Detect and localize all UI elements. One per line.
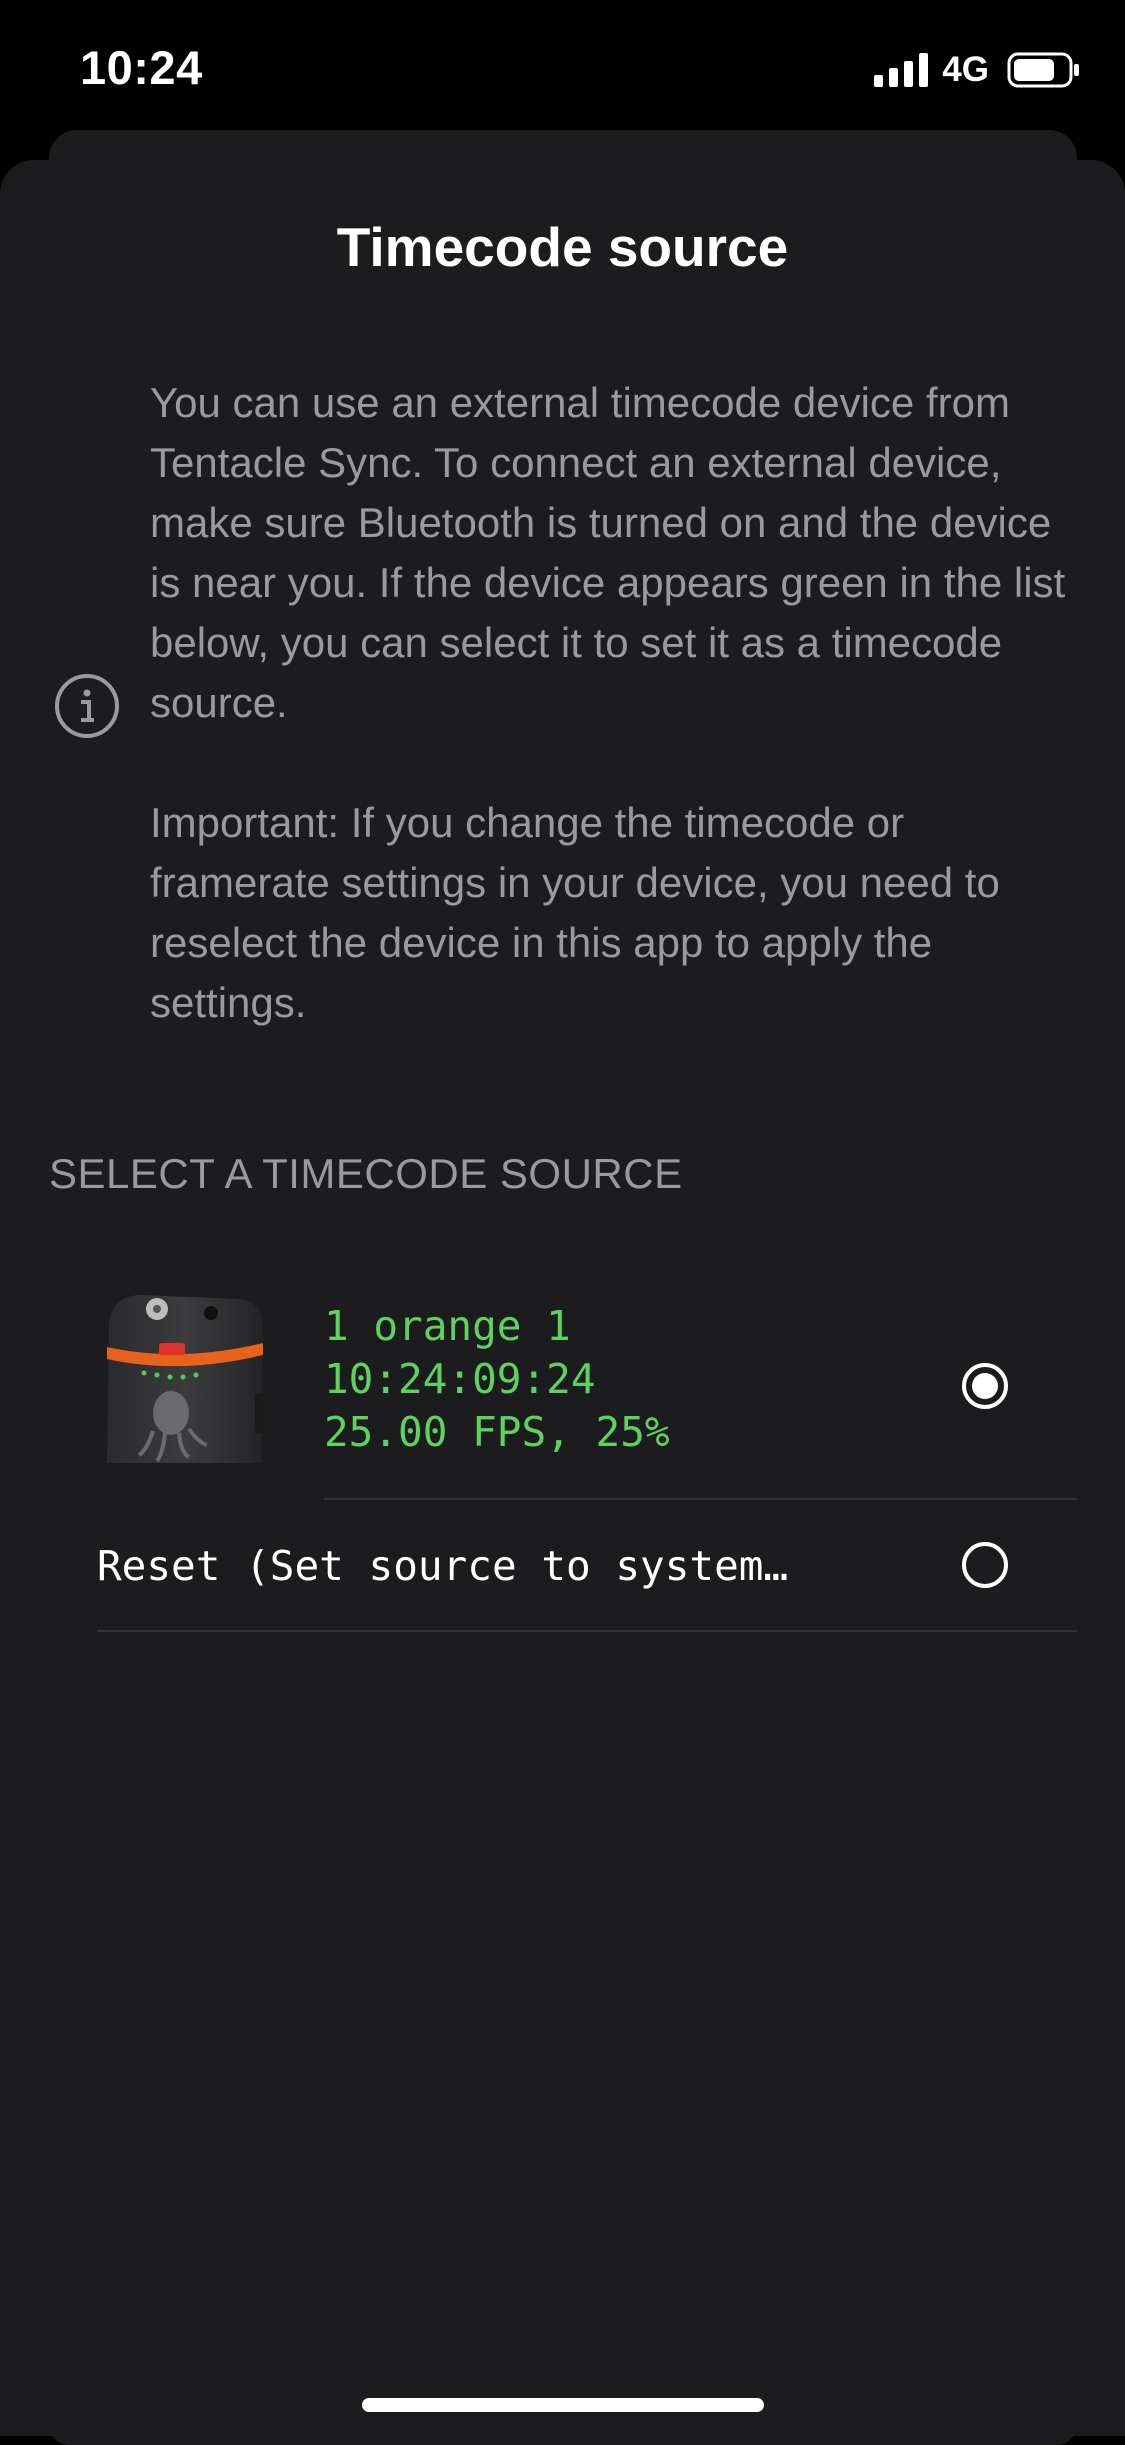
timecode-source-list: 1 orange 1 10:24:09:24 25.00 FPS, 25% Rese… bbox=[49, 1245, 1077, 2445]
info-circle-icon bbox=[55, 674, 119, 738]
section-header: SELECT A TIMECODE SOURCE bbox=[49, 1150, 683, 1197]
device-timecode: 10:24:09:24 bbox=[324, 1355, 596, 1403]
info-text: You can use an external timecode device … bbox=[150, 373, 1090, 1033]
signal-bars-icon bbox=[874, 53, 929, 87]
tentacle-device-image bbox=[107, 1295, 263, 1463]
device-fps-battery: 25.00 FPS, 25% bbox=[324, 1408, 670, 1456]
row-divider bbox=[97, 1630, 1077, 1632]
status-icons: 4G bbox=[874, 50, 1081, 90]
status-time: 10:24 bbox=[80, 41, 203, 94]
info-paragraph-important: Important: If you change the timecode or… bbox=[150, 799, 1000, 1026]
network-type: 4G bbox=[942, 50, 989, 89]
sheet-title: Timecode source bbox=[336, 216, 789, 278]
timecode-source-sheet: Timecode source You can use an external … bbox=[0, 160, 1125, 2445]
reset-radio-button[interactable] bbox=[962, 1542, 1008, 1588]
home-indicator[interactable] bbox=[362, 2398, 764, 2412]
device-row[interactable]: 1 orange 1 10:24:09:24 25.00 FPS, 25% bbox=[49, 1245, 1077, 1500]
reset-row[interactable]: Reset (Set source to system… bbox=[49, 1500, 1077, 1630]
info-paragraph: You can use an external timecode device … bbox=[150, 379, 1066, 726]
device-details: 1 orange 1 10:24:09:24 25.00 FPS, 25% bbox=[324, 1300, 670, 1459]
battery-icon bbox=[1007, 52, 1079, 88]
status-bar: 10:24 4G bbox=[0, 0, 1125, 135]
device-radio-button[interactable] bbox=[962, 1363, 1008, 1409]
reset-label: Reset (Set source to system… bbox=[97, 1542, 789, 1590]
device-name: 1 orange 1 bbox=[324, 1302, 571, 1350]
